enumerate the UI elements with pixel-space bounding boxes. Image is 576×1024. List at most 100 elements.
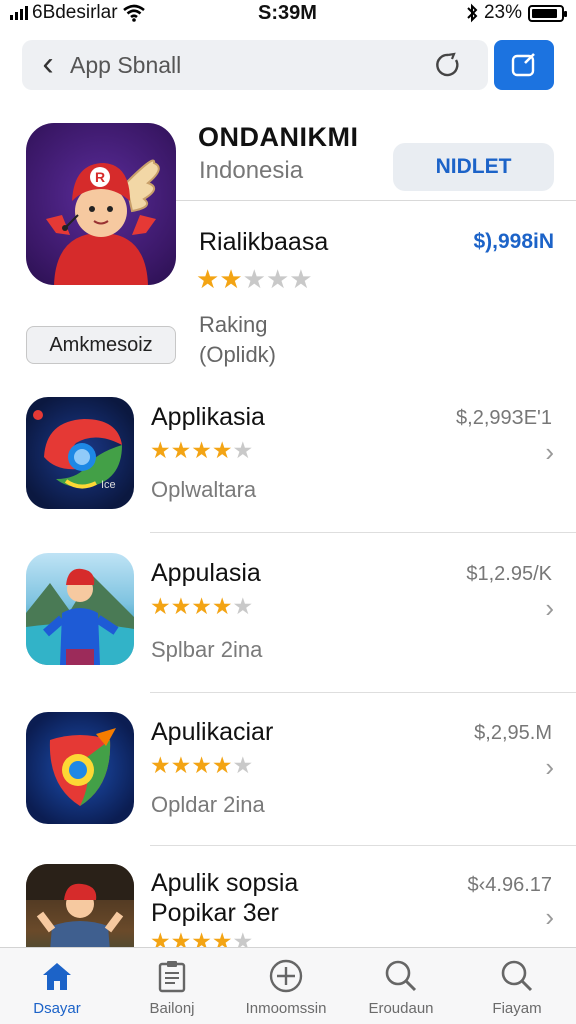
rating-stars: ★ ★ ★ ★ ★ bbox=[150, 754, 253, 777]
carrier-label: 6Bdesirlar bbox=[32, 2, 118, 23]
search-bar[interactable]: ‹ App Sbnall bbox=[22, 40, 488, 90]
divider bbox=[150, 692, 576, 693]
tab-label: Eroudaun bbox=[368, 1000, 434, 1017]
star-icon: ★ bbox=[211, 928, 233, 948]
tab-bar: Dsayar Bailonj Inmoomssin Eroudaun Fiaya… bbox=[0, 947, 576, 1024]
star-icon: ★ bbox=[150, 437, 171, 463]
tab-label: Inmoomssin bbox=[245, 1000, 327, 1017]
app-name-line-1: Apulik sopsia bbox=[151, 869, 299, 897]
chevron-right-icon[interactable]: › bbox=[545, 902, 554, 933]
ranking-line-2: (Oplidk) bbox=[199, 342, 277, 367]
divider bbox=[150, 532, 576, 533]
star-icon: ★ bbox=[232, 437, 254, 463]
star-icon: ★ bbox=[232, 928, 254, 948]
mascot-room-icon bbox=[26, 864, 134, 947]
mascot-illustration: R bbox=[46, 159, 160, 285]
bluetooth-icon bbox=[467, 3, 478, 23]
rating-stars: ★ ★ ★ ★ ★ bbox=[150, 439, 253, 462]
tab-label: Bailonj bbox=[149, 1000, 195, 1017]
tab-label: Dsayar bbox=[33, 1000, 81, 1017]
svg-text:R: R bbox=[95, 169, 105, 185]
star-icon: ★ bbox=[170, 752, 192, 778]
featured-app-subtitle: Indonesia bbox=[199, 157, 304, 184]
chevron-right-icon[interactable]: › bbox=[545, 593, 554, 624]
app-subtitle: Splbar 2ina bbox=[151, 637, 263, 662]
app-price[interactable]: $,2,95.M bbox=[474, 722, 552, 745]
featured-app-title[interactable]: ONDANIKMI bbox=[198, 122, 359, 153]
star-icon: ★ bbox=[191, 752, 212, 778]
list-item[interactable]: Apulik sopsia Popikar 3er $‹4.96.17 › ★ ★… bbox=[0, 864, 576, 947]
app-icon: Ice bbox=[26, 397, 134, 509]
app-price[interactable]: $1,2.95/K bbox=[466, 563, 552, 586]
list-item[interactable]: Apulikaciar $,2,95.M › ★ ★ ★ ★ ★ Opldar 2ina bbox=[0, 712, 576, 862]
battery-percent: 23% bbox=[483, 2, 522, 23]
divider bbox=[176, 200, 576, 201]
app-name: Appulasia bbox=[151, 559, 261, 587]
list-item[interactable]: Appulasia $1,2.95/K › ★ ★ ★ ★ ★ Splbar 2ina bbox=[0, 553, 576, 703]
signal-icon bbox=[10, 6, 28, 20]
app-name: Apulikaciar bbox=[151, 718, 274, 746]
battery-fill bbox=[532, 8, 558, 18]
app-icon bbox=[26, 712, 134, 824]
featured-price[interactable]: $),998iΝ bbox=[473, 230, 554, 254]
back-chevron-icon[interactable]: ‹ bbox=[30, 47, 66, 83]
ranking-line-1: Raking bbox=[199, 312, 268, 337]
chevron-right-icon[interactable]: › bbox=[545, 752, 554, 783]
mascot-landscape-icon bbox=[26, 568, 134, 665]
star-icon: ★ bbox=[232, 593, 254, 619]
get-button[interactable]: NIDLET bbox=[393, 143, 554, 191]
shield-logo-icon bbox=[49, 728, 116, 806]
app-price[interactable]: $,2,99ЗЕ'1 bbox=[456, 407, 552, 430]
star-icon: ★ bbox=[289, 264, 313, 294]
app-icon bbox=[26, 864, 134, 947]
star-icon: ★ bbox=[265, 264, 290, 294]
status-right: 23% bbox=[466, 2, 567, 24]
rating-stars: ★ ★ ★ ★ ★ bbox=[150, 928, 254, 948]
search-icon bbox=[501, 960, 533, 992]
battery-icon bbox=[528, 4, 567, 22]
tab-library[interactable]: Bailonj bbox=[117, 958, 227, 1017]
rating-stars: ★ ★ ★ ★ ★ bbox=[150, 595, 253, 618]
chevron-right-icon[interactable]: › bbox=[545, 437, 554, 468]
edit-square-icon bbox=[511, 53, 535, 77]
swirl-logo-icon bbox=[33, 410, 122, 489]
featured-rating-stars: ★ ★ ★ ★ ★ bbox=[196, 266, 313, 292]
tab-search[interactable]: Fiayam bbox=[462, 958, 572, 1017]
app-name: Applikasia bbox=[151, 403, 265, 431]
star-icon: ★ bbox=[196, 264, 220, 294]
share-button[interactable] bbox=[494, 40, 554, 90]
tab-discover[interactable]: Eroudaun bbox=[346, 958, 456, 1017]
star-icon: ★ bbox=[211, 593, 233, 619]
tab-add[interactable]: Inmoomssin bbox=[231, 958, 341, 1017]
category-pill[interactable]: Amkmesoiz bbox=[26, 326, 176, 364]
star-icon: ★ bbox=[170, 928, 192, 948]
star-icon: ★ bbox=[150, 593, 171, 619]
star-icon: ★ bbox=[170, 593, 192, 619]
app-icon-caption: Ice bbox=[101, 479, 116, 491]
star-icon: ★ bbox=[232, 752, 254, 778]
app-subtitle: Opldar 2ina bbox=[151, 792, 265, 817]
star-icon: ★ bbox=[219, 264, 243, 294]
tab-today[interactable]: Dsayar bbox=[2, 958, 112, 1017]
tab-label: Fiayam bbox=[492, 1000, 542, 1017]
home-icon bbox=[43, 963, 71, 990]
star-icon: ★ bbox=[191, 437, 212, 463]
clipboard-icon bbox=[158, 961, 186, 993]
star-icon: ★ bbox=[211, 437, 233, 463]
star-icon: ★ bbox=[150, 752, 171, 778]
star-icon: ★ bbox=[191, 593, 212, 619]
app-price[interactable]: $‹4.96.17 bbox=[467, 874, 552, 897]
refresh-icon[interactable] bbox=[434, 51, 462, 79]
ranking-text: Raking (Oplidk) bbox=[199, 310, 276, 370]
divider bbox=[150, 845, 576, 846]
wifi-icon bbox=[122, 4, 145, 22]
status-time: S:39M bbox=[258, 2, 317, 24]
list-item[interactable]: Ice Applikasia $,2,99ЗЕ'1 › ★ ★ ★ ★ ★ Oplwal… bbox=[0, 397, 576, 547]
star-icon: ★ bbox=[150, 928, 171, 948]
status-bar: 6Bdesirlar S:39M 23% bbox=[0, 0, 576, 26]
star-icon: ★ bbox=[211, 752, 233, 778]
app-name: Apulik sopsia Popikar 3er bbox=[151, 868, 298, 928]
search-icon bbox=[385, 960, 417, 992]
search-input[interactable]: App Sbnall bbox=[70, 52, 181, 79]
featured-app-icon[interactable]: R bbox=[26, 123, 176, 285]
